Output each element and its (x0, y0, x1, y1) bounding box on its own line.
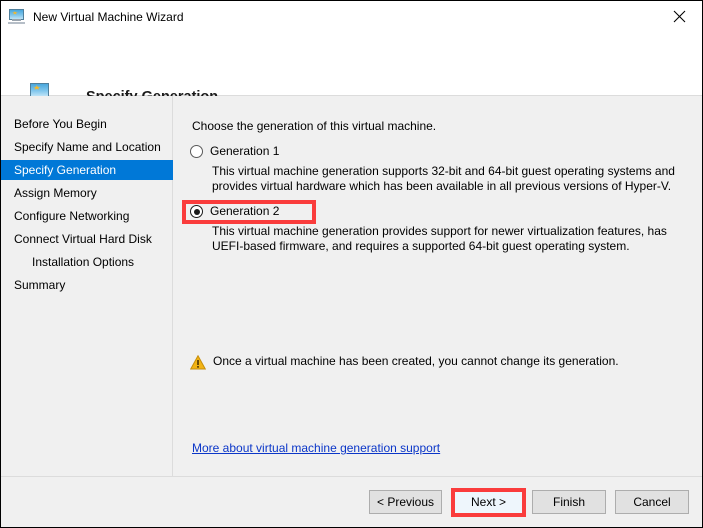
virtual-machine-monitor-icon (8, 9, 25, 24)
intro-instruction: Choose the generation of this virtual ma… (192, 119, 436, 133)
wizard-footer: < Previous Next > Finish Cancel (1, 476, 702, 527)
generation-2-radio[interactable] (190, 205, 203, 218)
warning-triangle-icon (190, 355, 206, 370)
sidebar-item-specify-name-and-location[interactable]: Specify Name and Location (1, 137, 173, 157)
title-bar: New Virtual Machine Wizard (1, 1, 702, 32)
generation-1-label: Generation 1 (210, 144, 279, 159)
generation-2-description: This virtual machine generation provides… (212, 224, 682, 253)
sidebar-item-installation-options[interactable]: Installation Options (1, 252, 173, 272)
generation-2-label: Generation 2 (210, 204, 279, 219)
wizard-body: Before You Begin Specify Name and Locati… (1, 96, 702, 476)
sidebar-item-specify-generation[interactable]: Specify Generation (1, 160, 173, 180)
cancel-button[interactable]: Cancel (615, 490, 689, 514)
more-about-generation-support-link[interactable]: More about virtual machine generation su… (192, 441, 440, 455)
sidebar-item-assign-memory[interactable]: Assign Memory (1, 183, 173, 203)
new-virtual-machine-wizard-window: New Virtual Machine Wizard Specify Gener… (0, 0, 703, 528)
generation-1-description: This virtual machine generation supports… (212, 164, 682, 193)
window-title: New Virtual Machine Wizard (33, 10, 184, 24)
generation-2-radio-row[interactable]: Generation 2 (190, 204, 279, 219)
sidebar-item-before-you-begin[interactable]: Before You Begin (1, 114, 173, 134)
previous-button[interactable]: < Previous (369, 490, 442, 514)
next-button[interactable]: Next > (453, 490, 524, 514)
warning-text: Once a virtual machine has been created,… (213, 354, 619, 369)
finish-button[interactable]: Finish (532, 490, 606, 514)
generation-1-radio-row[interactable]: Generation 1 (190, 144, 279, 159)
generation-warning: Once a virtual machine has been created,… (190, 354, 619, 370)
sidebar-item-connect-virtual-hard-disk[interactable]: Connect Virtual Hard Disk (1, 229, 173, 249)
sidebar-item-summary[interactable]: Summary (1, 275, 173, 295)
wizard-steps-sidebar: Before You Begin Specify Name and Locati… (1, 96, 173, 476)
close-icon[interactable] (657, 1, 702, 32)
generation-1-radio[interactable] (190, 145, 203, 158)
page-header: Specify Generation (1, 32, 702, 96)
sidebar-item-configure-networking[interactable]: Configure Networking (1, 206, 173, 226)
wizard-content-pane: Choose the generation of this virtual ma… (174, 96, 702, 476)
